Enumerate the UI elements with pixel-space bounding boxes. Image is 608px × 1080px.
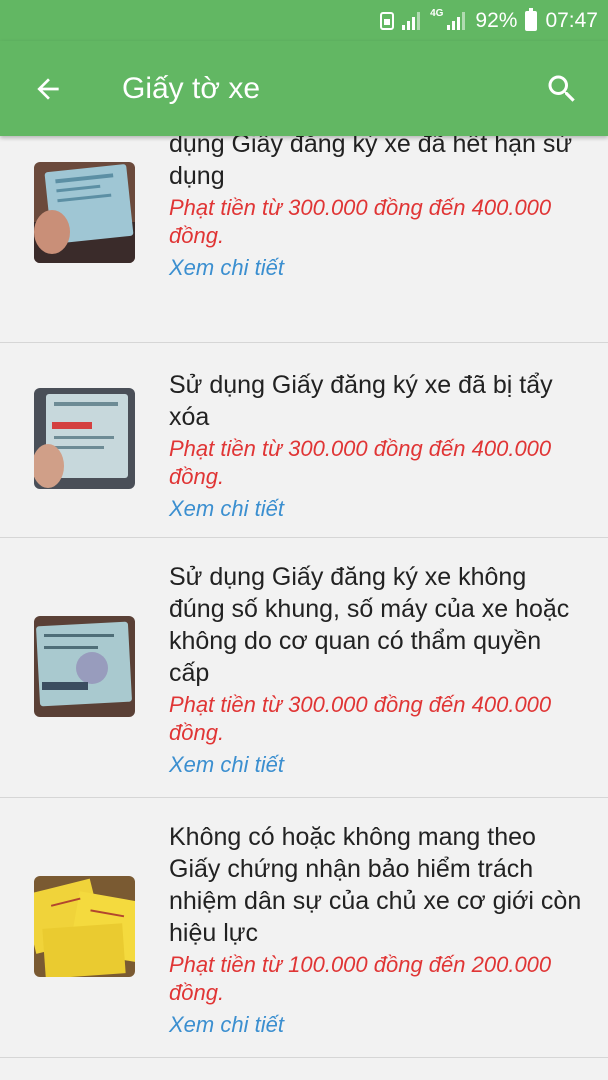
list-item[interactable]: đăng ký xe theo quy định hoặc sử dụng Gi…	[0, 136, 608, 343]
view-detail-link[interactable]: Xem chi tiết	[169, 751, 284, 779]
item-title: Không có hoặc không mang theo Giấy chứng…	[169, 823, 582, 947]
list-item[interactable]: Không có hoặc không mang theo Giấy chứng…	[0, 798, 608, 1058]
battery-icon	[525, 7, 538, 31]
item-title: Sử dụng Giấy đăng ký xe đã bị tẩy xóa	[169, 371, 553, 431]
clock: 07:47	[545, 8, 598, 32]
battery-percent: 92%	[475, 8, 518, 32]
list-item[interactable]: Sử dụng Giấy đăng ký xe đã bị tẩy xóa Ph…	[0, 343, 608, 538]
view-detail-link[interactable]: Xem chi tiết	[169, 495, 284, 523]
network-type-label: 4G	[430, 8, 444, 19]
registration-card-thumbnail	[34, 616, 135, 717]
penalty-text: Phạt tiền từ 300.000 đồng đến 400.000 đồ…	[169, 195, 552, 248]
back-button[interactable]	[18, 59, 78, 119]
violation-list: đăng ký xe theo quy định hoặc sử dụng Gi…	[0, 136, 608, 1080]
view-detail-link[interactable]: Xem chi tiết	[169, 1011, 284, 1039]
penalty-text: Phạt tiền từ 100.000 đồng đến 200.000 đồ…	[169, 952, 552, 1005]
status-bar: 4G 92% 07:47	[0, 0, 608, 41]
penalty-text: Phạt tiền từ 300.000 đồng đến 400.000 đồ…	[169, 692, 552, 745]
arrow-left-icon	[37, 77, 59, 100]
penalty-text: Phạt tiền từ 300.000 đồng đến 400.000 đồ…	[169, 436, 552, 489]
registration-card-thumbnail	[34, 162, 135, 263]
search-icon	[548, 75, 575, 102]
list-item[interactable]: Sử dụng Giấy đăng ký xe không đúng số kh…	[0, 538, 608, 798]
registration-card-thumbnail	[34, 388, 135, 489]
app-toolbar: Giấy tờ xe	[0, 41, 608, 136]
item-title: đăng ký xe theo quy định hoặc sử dụng Gi…	[169, 136, 573, 190]
sim-card-icon	[380, 11, 395, 30]
signal-strength-icon-2	[447, 11, 467, 30]
signal-strength-icon	[402, 11, 422, 30]
page-title: Giấy tờ xe	[122, 71, 261, 105]
insurance-certificate-thumbnail	[34, 876, 135, 977]
search-button[interactable]	[532, 59, 592, 119]
item-title: Sử dụng Giấy đăng ký xe không đúng số kh…	[169, 563, 570, 687]
view-detail-link[interactable]: Xem chi tiết	[169, 254, 284, 282]
